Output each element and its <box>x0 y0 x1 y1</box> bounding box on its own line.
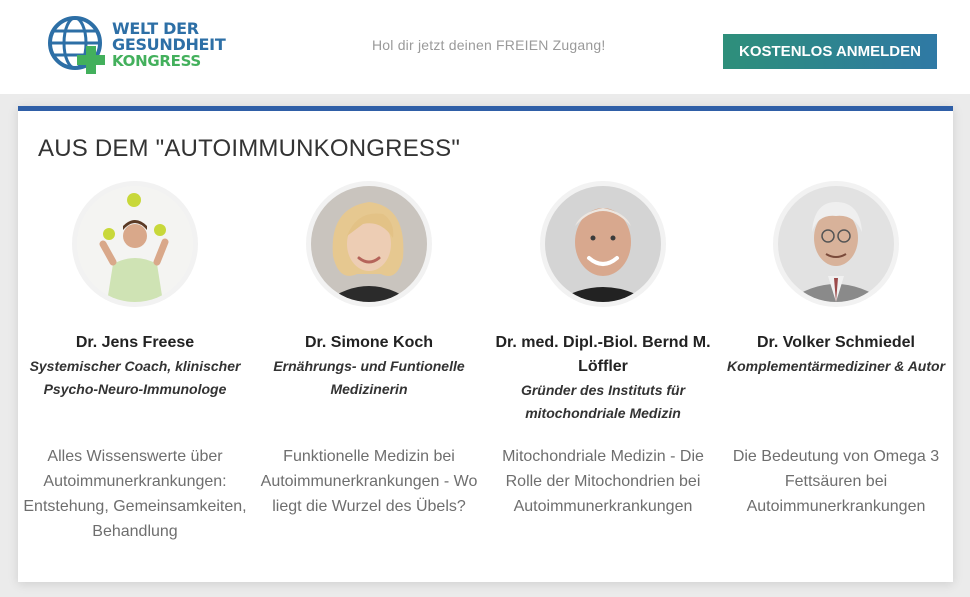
globe-cross-icon <box>48 16 105 74</box>
speaker-card-koch[interactable]: Dr. Simone Koch Ernährungs- und Funtione… <box>252 181 486 401</box>
speaker-role: Systemischer Coach, klinischer Psycho-Ne… <box>29 358 241 397</box>
avatar-ring <box>72 181 198 307</box>
speaker-name: Dr. Simone Koch <box>304 334 434 351</box>
header-tagline: Hol dir jetzt deinen FREIEN Zugang! <box>372 37 606 53</box>
logo-wordmark: WELT DER GESUNDHEIT KONGRESS <box>112 21 226 70</box>
speaker-photo-loeffler <box>545 186 661 302</box>
avatar-ring <box>306 181 432 307</box>
section-title: AUS DEM "AUTOIMMUNKONGRESS" <box>38 135 461 162</box>
avatar-ring <box>773 181 899 307</box>
logo-line-2: GESUNDHEIT <box>112 35 226 54</box>
speaker-photo-schmiedel <box>778 186 894 302</box>
avatar-ring <box>540 181 666 307</box>
speaker-role: Komplementärmediziner & Autor <box>726 358 946 374</box>
site-header: WELT DER GESUNDHEIT KONGRESS Hol dir jet… <box>0 0 970 94</box>
speaker-card-schmiedel[interactable]: Dr. Volker Schmiedel Komplementärmedizin… <box>719 181 953 378</box>
speaker-name: Dr. Volker Schmiedel <box>757 334 915 351</box>
signup-button[interactable]: KOSTENLOS ANMELDEN <box>723 34 937 69</box>
speaker-photo-freese <box>77 186 193 302</box>
talk-title-loeffler[interactable]: Mitochondriale Medizin - Die Rolle der M… <box>486 444 720 519</box>
talk-title-schmiedel[interactable]: Die Bedeutung von Omega 3 Fettsäuren bei… <box>719 444 953 519</box>
speakers-card: AUS DEM "AUTOIMMUNKONGRESS" Dr. Jens Fre… <box>18 106 953 582</box>
speaker-photo-koch <box>311 186 427 302</box>
speaker-name: Dr. med. Dipl.-Biol. Bernd M. Löffler <box>495 334 711 375</box>
talk-title-freese[interactable]: Alles Wissenswerte über Autoimmunerkrank… <box>18 444 252 544</box>
speaker-card-freese[interactable]: Dr. Jens Freese Systemischer Coach, klin… <box>18 181 252 401</box>
speaker-card-loeffler[interactable]: Dr. med. Dipl.-Biol. Bernd M. Löffler Gr… <box>486 181 720 425</box>
logo[interactable]: WELT DER GESUNDHEIT KONGRESS <box>48 14 248 76</box>
logo-line-3: KONGRESS <box>112 52 201 70</box>
speaker-name: Dr. Jens Freese <box>75 334 195 351</box>
talk-title-koch[interactable]: Funktionelle Medizin bei Autoimmunerkran… <box>252 444 486 519</box>
speaker-role: Ernährungs- und Funtionelle Medizinerin <box>273 358 465 397</box>
speaker-role: Gründer des Instituts für mitochondriale… <box>520 382 686 421</box>
